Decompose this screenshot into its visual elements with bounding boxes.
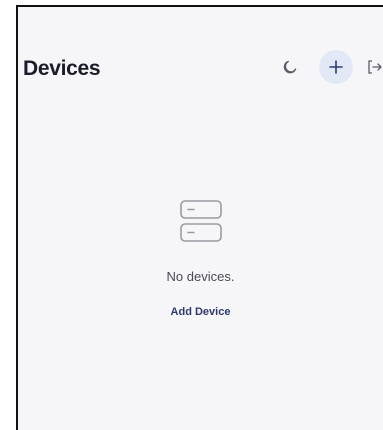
logout-button[interactable] (366, 50, 383, 84)
page-title: Devices (23, 57, 101, 80)
plus-icon (329, 60, 343, 74)
theme-toggle-button[interactable] (273, 50, 307, 84)
server-icon (179, 200, 222, 242)
app-window: Devices No devices. Add Device (16, 5, 383, 430)
moon-icon (283, 60, 297, 74)
header: Devices (18, 7, 383, 127)
add-device-button[interactable] (319, 50, 353, 84)
empty-state-message: No devices. (166, 269, 235, 284)
logout-icon (368, 60, 382, 74)
add-device-link[interactable]: Add Device (171, 306, 231, 318)
empty-state: No devices. Add Device (18, 197, 383, 320)
